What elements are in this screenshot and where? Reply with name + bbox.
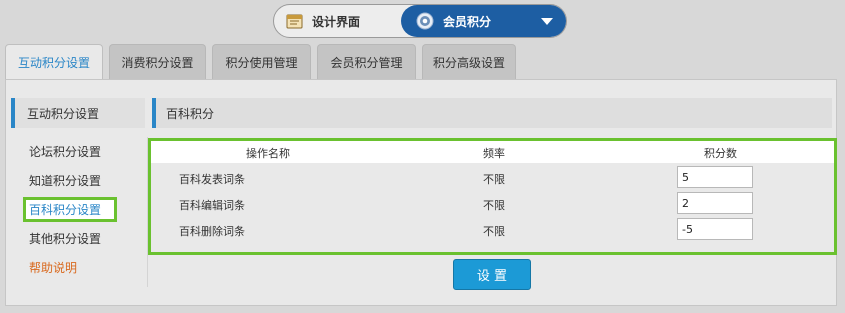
tab-label: 积分高级设置 — [432, 55, 505, 70]
tab-points-usage[interactable]: 积分使用管理 — [212, 44, 311, 79]
sidebar-item-other-points[interactable]: 其他积分设置 — [11, 224, 145, 253]
table-row: 百科删除词条 不限 — [151, 218, 834, 242]
save-settings-button[interactable]: 设 置 — [453, 259, 531, 290]
folder-icon — [286, 12, 304, 30]
tab-label: 消费积分设置 — [121, 55, 194, 70]
design-view-label: 设计界面 — [312, 14, 361, 29]
sidebar-item-qa-points[interactable]: 知道积分设置 — [11, 166, 145, 195]
tab-label: 互动积分设置 — [17, 56, 90, 70]
column-header-points: 积分数 — [704, 147, 737, 160]
frequency-value: 不限 — [483, 173, 505, 186]
sidebar-item-label: 其他积分设置 — [29, 232, 102, 246]
table-header: 操作名称 频率 积分数 — [151, 141, 834, 163]
settings-panel: 互动积分设置 论坛积分设置 知道积分设置 百科积分设置 其他积分设置 帮助说明 … — [5, 79, 837, 306]
points-table: 操作名称 频率 积分数 百科发表词条 不限 百科编辑词条 不限 百科删除词条 不… — [148, 138, 837, 255]
tab-label: 会员积分管理 — [330, 55, 403, 70]
points-input[interactable] — [677, 192, 753, 214]
tab-consumption-points[interactable]: 消费积分设置 — [109, 44, 206, 79]
points-input[interactable] — [677, 166, 753, 188]
mode-switcher: 设计界面 会员积分 — [273, 4, 567, 38]
table-row: 百科发表词条 不限 — [151, 166, 834, 190]
table-row: 百科编辑词条 不限 — [151, 192, 834, 216]
sidebar-item-label: 百科积分设置 — [29, 203, 102, 217]
action-name: 百科发表词条 — [179, 173, 245, 186]
frequency-value: 不限 — [483, 199, 505, 212]
gear-icon — [415, 11, 435, 31]
section-heading-label: 百科积分 — [166, 106, 215, 121]
sidebar-menu: 论坛积分设置 知道积分设置 百科积分设置 其他积分设置 帮助说明 — [11, 137, 145, 287]
tab-member-points-management[interactable]: 会员积分管理 — [317, 44, 416, 79]
sidebar-item-label: 帮助说明 — [29, 261, 78, 275]
tab-bar: 互动积分设置 消费积分设置 积分使用管理 会员积分管理 积分高级设置 — [5, 44, 522, 80]
sidebar-item-wiki-points[interactable]: 百科积分设置 — [23, 197, 117, 222]
member-points-dropdown[interactable]: 会员积分 — [401, 5, 566, 37]
sidebar-item-label: 论坛积分设置 — [29, 145, 102, 159]
column-header-action: 操作名称 — [246, 147, 290, 160]
tab-label: 积分使用管理 — [225, 55, 298, 70]
action-name: 百科编辑词条 — [179, 199, 245, 212]
sidebar-heading: 互动积分设置 — [11, 98, 145, 128]
design-view-button[interactable]: 设计界面 — [274, 5, 402, 37]
section-heading: 百科积分 — [152, 98, 832, 128]
sidebar-item-forum-points[interactable]: 论坛积分设置 — [11, 137, 145, 166]
sidebar-item-help[interactable]: 帮助说明 — [11, 253, 145, 282]
column-header-frequency: 频率 — [483, 147, 505, 160]
tab-advanced-settings[interactable]: 积分高级设置 — [422, 44, 516, 79]
points-input[interactable] — [677, 218, 753, 240]
sidebar-item-label: 知道积分设置 — [29, 174, 102, 188]
action-name: 百科删除词条 — [179, 225, 245, 238]
member-points-label: 会员积分 — [443, 14, 492, 29]
caret-down-icon[interactable] — [541, 18, 553, 25]
tab-interactive-points[interactable]: 互动积分设置 — [5, 44, 103, 80]
frequency-value: 不限 — [483, 225, 505, 238]
sidebar-heading-label: 互动积分设置 — [27, 106, 100, 121]
